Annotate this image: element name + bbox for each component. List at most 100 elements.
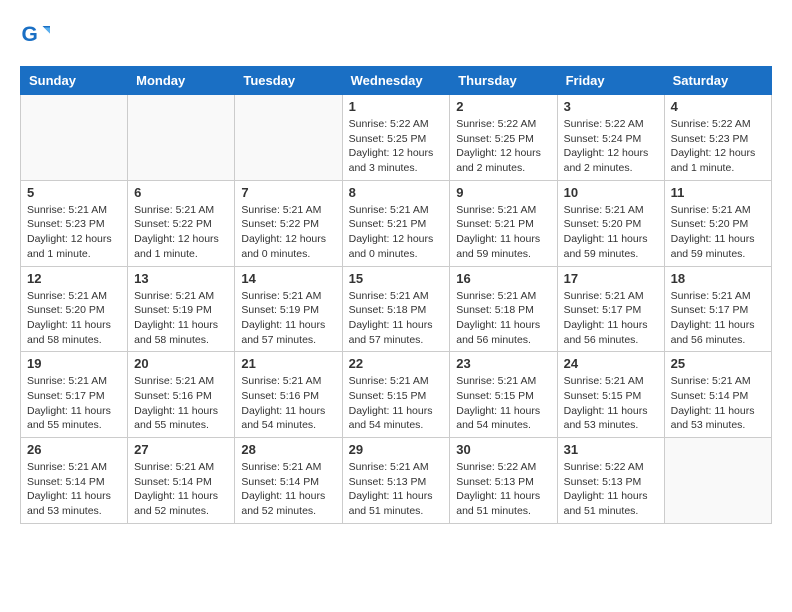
day-info: Sunrise: 5:22 AM Sunset: 5:24 PM Dayligh…: [564, 117, 658, 176]
day-number: 31: [564, 442, 658, 457]
day-info: Sunrise: 5:21 AM Sunset: 5:18 PM Dayligh…: [456, 289, 550, 348]
weekday-header-wednesday: Wednesday: [342, 67, 450, 95]
logo-icon: G: [20, 20, 50, 50]
day-number: 30: [456, 442, 550, 457]
day-number: 23: [456, 356, 550, 371]
day-number: 28: [241, 442, 335, 457]
day-info: Sunrise: 5:21 AM Sunset: 5:18 PM Dayligh…: [349, 289, 444, 348]
calendar-header: SundayMondayTuesdayWednesdayThursdayFrid…: [21, 67, 772, 95]
calendar-cell: 23 Sunrise: 5:21 AM Sunset: 5:15 PM Dayli…: [450, 352, 557, 438]
calendar-cell: 30 Sunrise: 5:22 AM Sunset: 5:13 PM Dayli…: [450, 438, 557, 524]
week-row-5: 26 Sunrise: 5:21 AM Sunset: 5:14 PM Dayli…: [21, 438, 772, 524]
week-row-3: 12 Sunrise: 5:21 AM Sunset: 5:20 PM Dayli…: [21, 266, 772, 352]
weekday-header-monday: Monday: [128, 67, 235, 95]
day-number: 9: [456, 185, 550, 200]
calendar-cell: 14 Sunrise: 5:21 AM Sunset: 5:19 PM Dayli…: [235, 266, 342, 352]
week-row-1: 1 Sunrise: 5:22 AM Sunset: 5:25 PM Daylig…: [21, 95, 772, 181]
day-info: Sunrise: 5:21 AM Sunset: 5:19 PM Dayligh…: [134, 289, 228, 348]
day-number: 15: [349, 271, 444, 286]
calendar-cell: 5 Sunrise: 5:21 AM Sunset: 5:23 PM Daylig…: [21, 180, 128, 266]
calendar-cell: 1 Sunrise: 5:22 AM Sunset: 5:25 PM Daylig…: [342, 95, 450, 181]
day-info: Sunrise: 5:21 AM Sunset: 5:14 PM Dayligh…: [671, 374, 765, 433]
logo: G: [20, 20, 54, 50]
day-info: Sunrise: 5:21 AM Sunset: 5:19 PM Dayligh…: [241, 289, 335, 348]
weekday-header-tuesday: Tuesday: [235, 67, 342, 95]
calendar-cell: 13 Sunrise: 5:21 AM Sunset: 5:19 PM Dayli…: [128, 266, 235, 352]
day-number: 21: [241, 356, 335, 371]
day-info: Sunrise: 5:21 AM Sunset: 5:15 PM Dayligh…: [456, 374, 550, 433]
day-number: 10: [564, 185, 658, 200]
weekday-header-row: SundayMondayTuesdayWednesdayThursdayFrid…: [21, 67, 772, 95]
calendar-cell: [664, 438, 771, 524]
day-info: Sunrise: 5:21 AM Sunset: 5:17 PM Dayligh…: [564, 289, 658, 348]
day-info: Sunrise: 5:21 AM Sunset: 5:15 PM Dayligh…: [349, 374, 444, 433]
calendar-cell: 3Sunrise: 5:22 AM Sunset: 5:24 PM Daylig…: [557, 95, 664, 181]
day-number: 20: [134, 356, 228, 371]
day-number: 6: [134, 185, 228, 200]
day-info: Sunrise: 5:21 AM Sunset: 5:13 PM Dayligh…: [349, 460, 444, 519]
day-number: 12: [27, 271, 121, 286]
day-number: 26: [27, 442, 121, 457]
header: G: [20, 20, 772, 50]
weekday-header-thursday: Thursday: [450, 67, 557, 95]
calendar-cell: 12 Sunrise: 5:21 AM Sunset: 5:20 PM Dayli…: [21, 266, 128, 352]
day-number: 14: [241, 271, 335, 286]
day-number: 8: [349, 185, 444, 200]
week-row-2: 5 Sunrise: 5:21 AM Sunset: 5:23 PM Daylig…: [21, 180, 772, 266]
calendar-cell: 17 Sunrise: 5:21 AM Sunset: 5:17 PM Dayli…: [557, 266, 664, 352]
day-number: 4: [671, 99, 765, 114]
day-info: Sunrise: 5:21 AM Sunset: 5:20 PM Dayligh…: [671, 203, 765, 262]
calendar-cell: 22 Sunrise: 5:21 AM Sunset: 5:15 PM Dayli…: [342, 352, 450, 438]
day-info: Sunrise: 5:21 AM Sunset: 5:16 PM Dayligh…: [134, 374, 228, 433]
day-info: Sunrise: 5:22 AM Sunset: 5:23 PM Dayligh…: [671, 117, 765, 176]
day-info: Sunrise: 5:21 AM Sunset: 5:23 PM Dayligh…: [27, 203, 121, 262]
calendar-cell: [235, 95, 342, 181]
calendar-cell: 4 Sunrise: 5:22 AM Sunset: 5:23 PM Daylig…: [664, 95, 771, 181]
day-info: Sunrise: 5:21 AM Sunset: 5:21 PM Dayligh…: [349, 203, 444, 262]
day-number: 5: [27, 185, 121, 200]
day-number: 19: [27, 356, 121, 371]
day-info: Sunrise: 5:21 AM Sunset: 5:14 PM Dayligh…: [27, 460, 121, 519]
day-number: 22: [349, 356, 444, 371]
calendar-cell: 10 Sunrise: 5:21 AM Sunset: 5:20 PM Dayli…: [557, 180, 664, 266]
calendar-cell: 2 Sunrise: 5:22 AM Sunset: 5:25 PM Daylig…: [450, 95, 557, 181]
day-info: Sunrise: 5:21 AM Sunset: 5:22 PM Dayligh…: [241, 203, 335, 262]
week-row-4: 19 Sunrise: 5:21 AM Sunset: 5:17 PM Dayli…: [21, 352, 772, 438]
calendar-table: SundayMondayTuesdayWednesdayThursdayFrid…: [20, 66, 772, 524]
day-number: 27: [134, 442, 228, 457]
day-info: Sunrise: 5:21 AM Sunset: 5:17 PM Dayligh…: [27, 374, 121, 433]
day-info: Sunrise: 5:21 AM Sunset: 5:15 PM Dayligh…: [564, 374, 658, 433]
day-info: Sunrise: 5:22 AM Sunset: 5:13 PM Dayligh…: [564, 460, 658, 519]
day-number: 2: [456, 99, 550, 114]
calendar-cell: 11Sunrise: 5:21 AM Sunset: 5:20 PM Dayli…: [664, 180, 771, 266]
day-info: Sunrise: 5:21 AM Sunset: 5:22 PM Dayligh…: [134, 203, 228, 262]
day-info: Sunrise: 5:22 AM Sunset: 5:25 PM Dayligh…: [349, 117, 444, 176]
calendar-cell: 27Sunrise: 5:21 AM Sunset: 5:14 PM Dayli…: [128, 438, 235, 524]
day-number: 25: [671, 356, 765, 371]
day-number: 1: [349, 99, 444, 114]
day-number: 24: [564, 356, 658, 371]
calendar-cell: 31 Sunrise: 5:22 AM Sunset: 5:13 PM Dayli…: [557, 438, 664, 524]
weekday-header-saturday: Saturday: [664, 67, 771, 95]
day-info: Sunrise: 5:21 AM Sunset: 5:20 PM Dayligh…: [27, 289, 121, 348]
calendar-cell: 19 Sunrise: 5:21 AM Sunset: 5:17 PM Dayli…: [21, 352, 128, 438]
calendar-cell: 25 Sunrise: 5:21 AM Sunset: 5:14 PM Dayli…: [664, 352, 771, 438]
calendar-body: 1 Sunrise: 5:22 AM Sunset: 5:25 PM Daylig…: [21, 95, 772, 524]
calendar-cell: 9 Sunrise: 5:21 AM Sunset: 5:21 PM Daylig…: [450, 180, 557, 266]
day-info: Sunrise: 5:21 AM Sunset: 5:17 PM Dayligh…: [671, 289, 765, 348]
day-info: Sunrise: 5:21 AM Sunset: 5:20 PM Dayligh…: [564, 203, 658, 262]
calendar-cell: 6 Sunrise: 5:21 AM Sunset: 5:22 PM Daylig…: [128, 180, 235, 266]
day-number: 16: [456, 271, 550, 286]
day-info: Sunrise: 5:22 AM Sunset: 5:13 PM Dayligh…: [456, 460, 550, 519]
weekday-header-sunday: Sunday: [21, 67, 128, 95]
day-number: 17: [564, 271, 658, 286]
day-info: Sunrise: 5:21 AM Sunset: 5:21 PM Dayligh…: [456, 203, 550, 262]
calendar-cell: [128, 95, 235, 181]
day-number: 29: [349, 442, 444, 457]
calendar-cell: 21Sunrise: 5:21 AM Sunset: 5:16 PM Dayli…: [235, 352, 342, 438]
day-number: 13: [134, 271, 228, 286]
day-number: 7: [241, 185, 335, 200]
day-info: Sunrise: 5:22 AM Sunset: 5:25 PM Dayligh…: [456, 117, 550, 176]
calendar-cell: 15 Sunrise: 5:21 AM Sunset: 5:18 PM Dayli…: [342, 266, 450, 352]
day-info: Sunrise: 5:21 AM Sunset: 5:14 PM Dayligh…: [241, 460, 335, 519]
